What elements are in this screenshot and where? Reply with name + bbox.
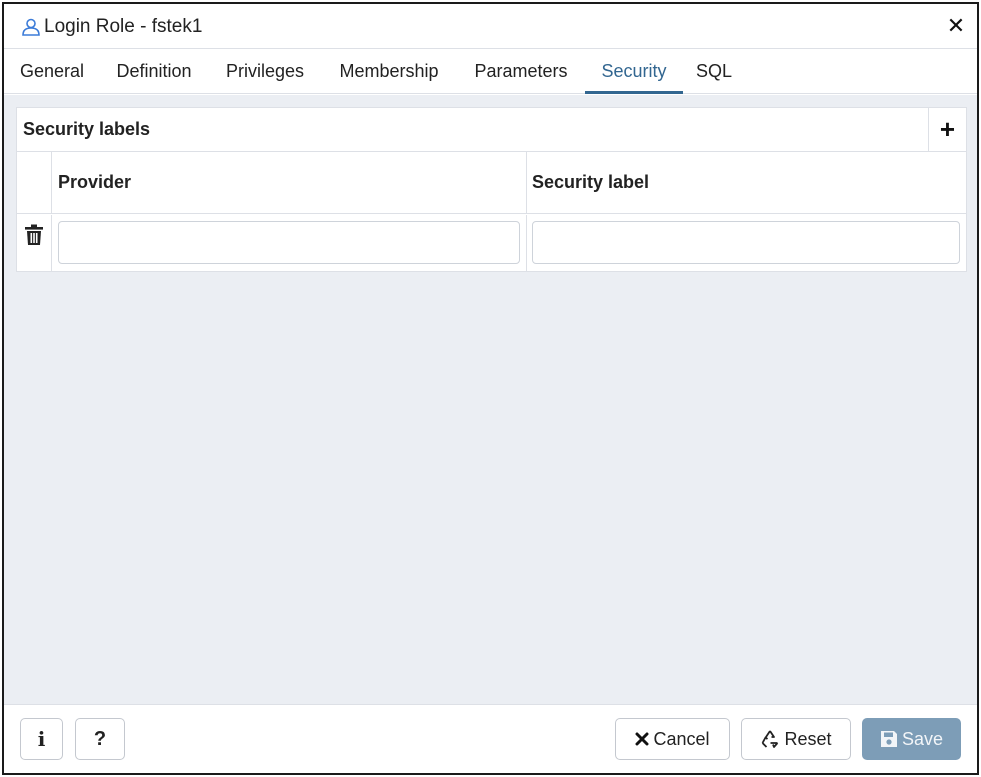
tab-general[interactable]: General — [18, 49, 86, 94]
security-label-input[interactable] — [532, 221, 960, 264]
save-button[interactable]: Save — [862, 718, 961, 760]
dialog-footer: i ? Cancel Reset Save — [4, 704, 977, 773]
security-labels-panel: Security labels + Provider Security labe… — [16, 107, 967, 272]
reset-button[interactable]: Reset — [741, 718, 851, 760]
tab-security[interactable]: Security — [585, 49, 683, 94]
column-header-provider: Provider — [58, 172, 132, 192]
column-divider — [51, 215, 52, 271]
section-title: Security labels — [23, 119, 151, 139]
tab-membership[interactable]: Membership — [333, 49, 445, 94]
title-bar: Login Role - fstek1 ✕ — [4, 4, 977, 49]
reset-label: Reset — [784, 728, 832, 749]
tab-content: Security labels + Provider Security labe… — [4, 95, 977, 704]
provider-input[interactable] — [58, 221, 520, 264]
save-label: Save — [901, 728, 944, 749]
recycle-icon — [762, 730, 779, 748]
grid-header: Provider Security label — [17, 152, 966, 214]
cancel-button[interactable]: Cancel — [615, 718, 730, 760]
tab-bar: General Definition Privileges Membership… — [4, 49, 977, 94]
tab-parameters[interactable]: Parameters — [469, 49, 573, 94]
close-icon[interactable]: ✕ — [944, 14, 968, 38]
floppy-disk-icon — [880, 731, 897, 747]
column-divider — [526, 152, 527, 214]
info-icon: i — [37, 727, 46, 751]
panel-header: Security labels + — [17, 108, 966, 152]
table-row — [17, 215, 966, 271]
login-role-dialog: Login Role - fstek1 ✕ General Definition… — [2, 2, 979, 775]
column-header-security-label: Security label — [532, 172, 650, 192]
help-button[interactable]: ? — [75, 718, 125, 760]
tab-sql[interactable]: SQL — [694, 49, 734, 94]
column-divider — [526, 215, 527, 271]
help-icon: ? — [93, 727, 107, 750]
add-row-button[interactable]: + — [928, 108, 966, 152]
dialog-title: Login Role - fstek1 — [44, 16, 203, 37]
tab-definition[interactable]: Definition — [111, 49, 197, 94]
tab-privileges[interactable]: Privileges — [222, 49, 308, 94]
info-button[interactable]: i — [20, 718, 63, 760]
trash-icon[interactable] — [24, 224, 44, 246]
close-icon — [635, 732, 649, 746]
user-icon — [22, 18, 40, 36]
cancel-label: Cancel — [653, 728, 710, 749]
column-divider — [51, 152, 52, 214]
